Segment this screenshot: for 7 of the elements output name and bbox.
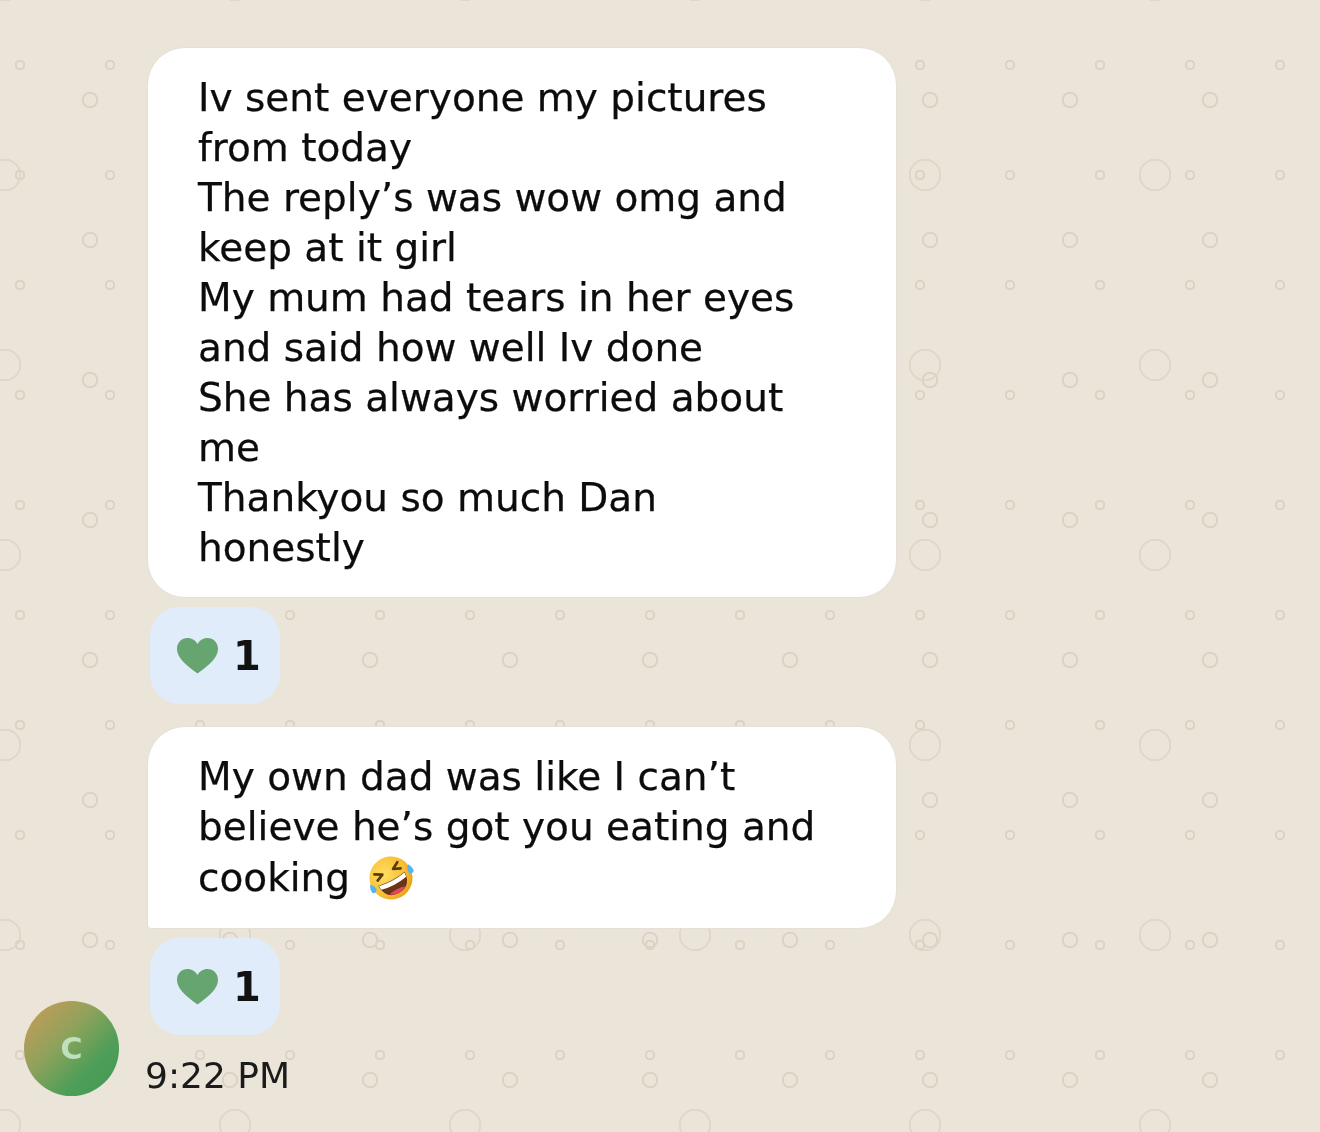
message-text: Iv sent everyone my pictures from today The reply’s was wow omg and keep at it girl My mum had tears in her eyes and said how well Iv done She has always worried about me Thankyou so much Dan honestly — [198, 75, 796, 570]
reaction-button[interactable]: 1 — [150, 938, 280, 1035]
message-text: cooking — [198, 855, 351, 900]
heart-icon — [177, 637, 218, 674]
heart-icon — [177, 968, 218, 1005]
reaction-button[interactable]: 1 — [150, 607, 280, 704]
message-time: 9:22 PM — [145, 1056, 291, 1096]
